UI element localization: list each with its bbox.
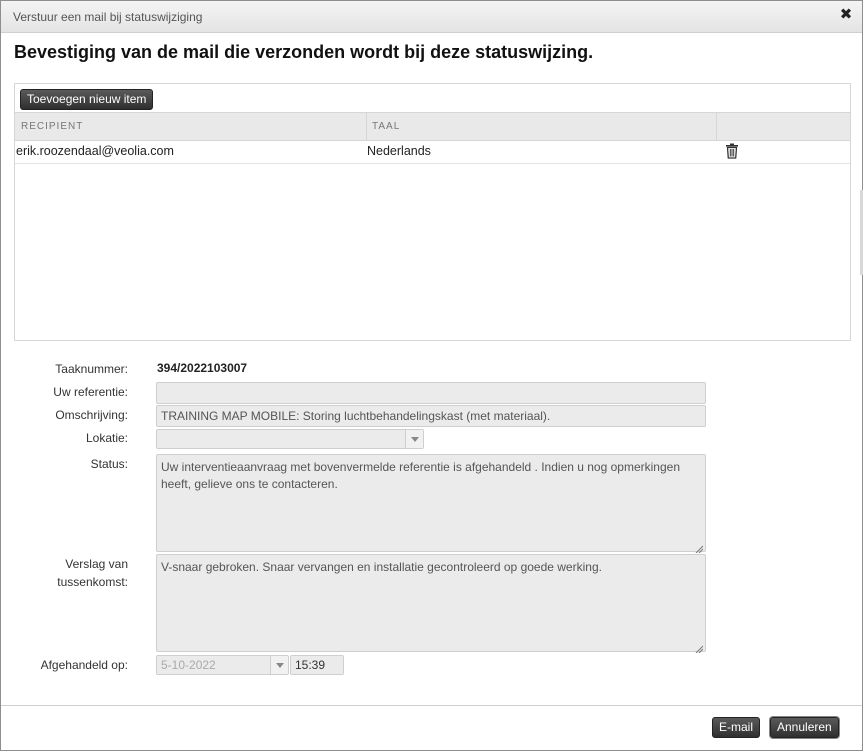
column-header-recipient[interactable]: RECIPIENT <box>21 113 83 140</box>
column-divider <box>716 113 717 140</box>
email-button[interactable]: E-mail <box>712 717 761 738</box>
page-title: Bevestiging van de mail die verzonden wo… <box>14 42 594 62</box>
trash-icon[interactable] <box>725 143 739 159</box>
dialog-titlebar: Verstuur een mail bij statuswijziging ✖ <box>1 1 862 33</box>
column-divider <box>366 113 367 140</box>
grid-header: RECIPIENT TAAL <box>15 112 850 141</box>
resize-handle-icon[interactable] <box>695 641 704 654</box>
dialog-title: Verstuur een mail bij statuswijziging <box>13 10 203 24</box>
verslag-textarea[interactable]: V-snaar gebroken. Snaar vervangen en ins… <box>156 554 706 654</box>
referentie-label: Uw referentie: <box>53 385 128 399</box>
close-icon[interactable]: ✖ <box>838 7 854 23</box>
status-text: Uw interventieaanvraag met bovenvermelde… <box>161 460 680 491</box>
chevron-down-icon[interactable] <box>405 430 423 448</box>
cell-taal: Nederlands <box>367 144 431 158</box>
verslag-label-line1: Verslag van <box>65 557 128 571</box>
grid-toolbar: Toevoegen nieuw item <box>15 84 850 112</box>
referentie-input[interactable] <box>156 382 706 404</box>
cancel-button[interactable]: Annuleren <box>770 717 839 738</box>
taaknummer-label: Taaknummer: <box>55 362 128 376</box>
lokatie-select[interactable] <box>156 429 424 449</box>
status-textarea[interactable]: Uw interventieaanvraag met bovenvermelde… <box>156 454 706 554</box>
mail-dialog: Verstuur een mail bij statuswijziging ✖ … <box>0 0 863 751</box>
omschrijving-label: Omschrijving: <box>55 408 128 422</box>
background-scrollbar <box>852 190 863 275</box>
verslag-label-line2: tussenkomst: <box>57 575 128 589</box>
taaknummer-value: 394/2022103007 <box>157 361 248 375</box>
lokatie-label: Lokatie: <box>85 431 128 445</box>
resize-handle-icon[interactable] <box>695 541 704 554</box>
chevron-down-icon[interactable] <box>270 656 288 674</box>
afgehandeld-date-picker[interactable]: 5-10-2022 <box>156 655 289 675</box>
afgehandeld-date: 5-10-2022 <box>161 658 216 672</box>
footer-divider <box>1 705 862 706</box>
afgehandeld-label: Afgehandeld op: <box>40 658 128 672</box>
column-header-taal[interactable]: TAAL <box>372 113 400 140</box>
cell-recipient: erik.roozendaal@veolia.com <box>16 144 174 158</box>
table-row[interactable]: erik.roozendaal@veolia.com Nederlands <box>15 140 850 164</box>
verslag-text: V-snaar gebroken. Snaar vervangen en ins… <box>161 560 602 574</box>
add-item-button[interactable]: Toevoegen nieuw item <box>20 89 154 110</box>
recipients-grid: Toevoegen nieuw item RECIPIENT TAAL erik… <box>14 83 851 341</box>
status-label: Status: <box>90 457 128 471</box>
afgehandeld-time-input[interactable]: 15:39 <box>290 655 344 675</box>
omschrijving-input[interactable]: TRAINING MAP MOBILE: Storing luchtbehand… <box>156 405 706 427</box>
